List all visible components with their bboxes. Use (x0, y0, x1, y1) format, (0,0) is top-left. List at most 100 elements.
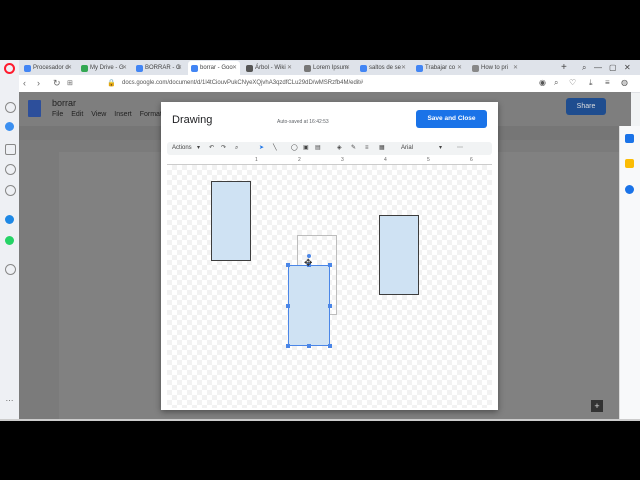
rectangle-shape[interactable] (211, 181, 251, 261)
opera-logo-icon[interactable] (4, 63, 15, 74)
tab[interactable]: My Drive - G ✕ (78, 61, 130, 75)
close-tab-icon[interactable]: ✕ (513, 61, 518, 75)
extensions-icon[interactable] (5, 164, 16, 175)
redo-icon[interactable]: ↷ (221, 142, 226, 155)
menu-edit[interactable]: Edit (71, 111, 83, 118)
opera-sidebar: ⋯ (0, 60, 20, 419)
minimize-icon[interactable]: — (594, 60, 602, 75)
selected-rectangle-shape[interactable] (288, 265, 330, 346)
menu-view[interactable]: View (91, 111, 106, 118)
text-box-icon[interactable]: ▣ (303, 142, 309, 155)
close-tab-icon[interactable]: ✕ (401, 61, 406, 75)
save-and-close-button[interactable]: Save and Close (416, 110, 487, 128)
url-field[interactable]: docs.google.com/document/d/1l4tCiouvPukC… (122, 77, 363, 89)
chevron-down-icon[interactable]: ▾ (439, 142, 442, 155)
camera-icon[interactable]: ◉ (539, 77, 546, 89)
whatsapp-icon[interactable] (5, 236, 14, 245)
menu-file[interactable]: File (52, 111, 63, 118)
maximize-icon[interactable]: ▢ (609, 60, 617, 75)
messenger-icon[interactable] (5, 215, 14, 224)
share-button[interactable]: Share (566, 98, 606, 115)
shape-icon[interactable]: ◯ (291, 142, 298, 155)
tab[interactable]: saltos de se ✕ (357, 61, 409, 75)
chat-icon[interactable] (5, 185, 16, 196)
horizontal-ruler: 1 2 3 4 5 6 (167, 157, 492, 165)
close-tab-icon[interactable]: ✕ (67, 61, 72, 75)
menu-icon[interactable]: ≡ (605, 77, 610, 89)
border-color-icon[interactable]: ✎ (351, 142, 356, 155)
resize-handle[interactable] (328, 304, 332, 308)
tab-label: Lorem Ipsum (313, 65, 349, 71)
new-tab-button[interactable]: + (561, 60, 567, 75)
keep-icon[interactable] (625, 159, 634, 168)
close-tab-icon[interactable]: ✕ (457, 61, 462, 75)
image-icon[interactable]: ▤ (315, 142, 321, 155)
docs-logo-icon[interactable] (28, 100, 41, 117)
menu-insert[interactable]: Insert (114, 111, 132, 118)
more-icon[interactable]: ⋯ (5, 396, 14, 405)
line-icon[interactable]: ╲ (273, 142, 277, 155)
tab-label: saltos de se (369, 65, 402, 71)
side-panel (619, 126, 640, 419)
font-select[interactable]: Arial (401, 142, 413, 155)
tab-label: BORRAR - G (145, 65, 181, 71)
drawing-canvas[interactable]: ✥ (167, 165, 492, 408)
history-icon[interactable] (5, 264, 16, 275)
select-icon[interactable]: ➤ (259, 142, 264, 155)
docs-menu-bar: File Edit View Insert Format (52, 111, 168, 118)
resize-handle[interactable] (307, 344, 311, 348)
tab[interactable]: Procesador d ✕ (21, 61, 75, 75)
chevron-down-icon[interactable]: ▾ (197, 142, 200, 155)
resize-handle[interactable] (328, 263, 332, 267)
back-icon[interactable]: ‹ (23, 76, 26, 91)
close-window-icon[interactable]: ✕ (624, 60, 631, 75)
tasks-icon[interactable] (625, 185, 634, 194)
calendar-icon[interactable] (625, 134, 634, 143)
opera-news-icon[interactable] (5, 122, 14, 131)
border-dash-icon[interactable]: ▦ (379, 142, 385, 155)
wallet-icon[interactable] (5, 144, 16, 155)
zoom-icon[interactable]: ⌕ (235, 142, 238, 155)
move-cursor-icon: ✥ (304, 258, 313, 269)
close-tab-icon[interactable]: ✕ (287, 61, 292, 75)
tab[interactable]: How to pri ✕ (469, 61, 521, 75)
tab-favicon-icon (136, 65, 143, 72)
reload-icon[interactable]: ↻ (53, 76, 61, 91)
fill-color-icon[interactable]: ◈ (337, 142, 342, 155)
forward-icon[interactable]: › (37, 76, 40, 91)
resize-handle[interactable] (286, 263, 290, 267)
search-tabs-icon[interactable]: ⌕ (582, 60, 586, 75)
close-tab-icon[interactable]: ✕ (177, 61, 182, 75)
tab-favicon-icon (304, 65, 311, 72)
more-options-icon[interactable]: ⋯ (457, 142, 463, 155)
rectangle-shape[interactable] (379, 215, 419, 295)
home-icon[interactable] (5, 102, 16, 113)
ruler-mark: 6 (470, 157, 473, 163)
close-tab-icon[interactable]: ✕ (122, 61, 127, 75)
download-icon[interactable]: ⤓ (589, 77, 593, 89)
resize-handle[interactable] (328, 344, 332, 348)
ruler-mark: 3 (341, 157, 344, 163)
menu-format[interactable]: Format (140, 111, 162, 118)
profile-icon[interactable]: ◍ (621, 77, 628, 89)
resize-handle[interactable] (286, 304, 290, 308)
document-title[interactable]: borrar (52, 98, 76, 108)
actions-menu[interactable]: Actions (172, 142, 192, 155)
resize-handle[interactable] (286, 344, 290, 348)
close-tab-icon[interactable]: ✕ (345, 61, 350, 75)
tab-active[interactable]: borrar - Goo ✕ (188, 61, 240, 75)
ruler-mark: 2 (298, 157, 301, 163)
speed-dial-icon[interactable]: ⊞ (67, 76, 73, 91)
tab[interactable]: Árbol - Wiki ✕ (243, 61, 295, 75)
tab[interactable]: BORRAR - G ✕ (133, 61, 185, 75)
tab[interactable]: Lorem Ipsum ✕ (301, 61, 353, 75)
border-weight-icon[interactable]: ≡ (365, 142, 369, 155)
search-icon[interactable]: ⌕ (554, 77, 558, 89)
drawing-toolbar: Actions ▾ ↶ ↷ ⌕ ➤ ╲ ◯ ▣ ▤ ◈ ✎ ≡ ▦ Arial … (167, 142, 492, 155)
tab-label: Procesador d (33, 65, 69, 71)
heart-icon[interactable]: ♡ (569, 77, 576, 89)
tab[interactable]: Trabajar co ✕ (413, 61, 465, 75)
undo-icon[interactable]: ↶ (209, 142, 214, 155)
explore-button[interactable]: + (591, 400, 603, 412)
close-tab-icon[interactable]: ✕ (232, 61, 237, 75)
